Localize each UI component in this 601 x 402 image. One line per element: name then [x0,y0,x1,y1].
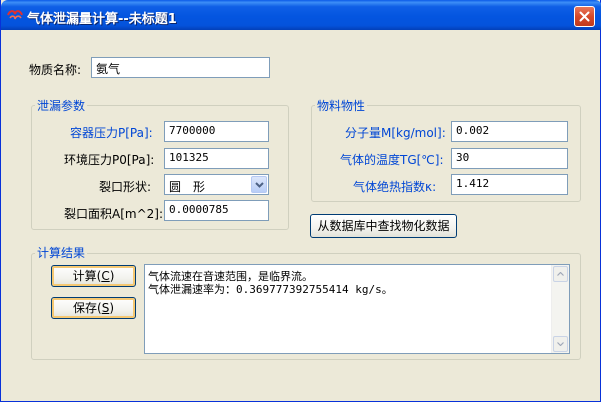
molecular-weight-label: 分子量M[kg/mol]: [345,126,446,140]
substance-input[interactable]: 氨气 [91,57,270,78]
save-button-label: 保存 [72,301,97,315]
adiabatic-index-label: 气体绝热指数κ: [353,180,437,194]
crack-area-label: 裂口面积A[m^2]: [64,207,163,221]
results-title: 计算结果 [35,244,88,261]
crack-area-input[interactable]: 0.0000785 [164,200,269,221]
material-props-title: 物料物性 [315,97,368,114]
scroll-down-icon[interactable] [553,336,568,352]
chevron-down-icon[interactable] [251,176,267,193]
save-button[interactable]: 保存(S) [51,297,136,319]
scroll-up-icon[interactable] [553,266,568,282]
vessel-pressure-label: 容器压力P[Pa]: [70,126,153,140]
lookup-database-button[interactable]: 从数据库中查找物化数据 [310,214,457,238]
ambient-pressure-label: 环境压力P0[Pa]: [64,153,155,167]
gas-temp-label: 气体的温度TG[℃]: [340,153,444,167]
leak-params-title: 泄漏参数 [35,97,88,114]
vessel-pressure-input[interactable]: 7700000 [164,121,269,142]
gas-temp-input[interactable]: 30 [451,148,568,169]
crack-shape-value: 圆 形 [169,180,206,194]
calculate-hotkey: C [101,269,110,283]
window-title: 气体泄漏量计算--未标题1 [27,12,177,27]
results-scrollbar[interactable] [551,265,569,353]
adiabatic-index-input[interactable]: 1.412 [451,174,568,195]
app-icon [7,8,23,22]
save-hotkey: S [101,301,110,315]
main-window: 气体泄漏量计算--未标题1 物质名称: 氨气 泄漏参数 容器压力P[Pa]: 7… [0,0,601,402]
calculate-button[interactable]: 计算(C) [51,265,136,287]
substance-label: 物质名称: [29,63,82,77]
close-button[interactable] [574,6,595,27]
calculate-button-label: 计算 [72,269,97,283]
close-icon [579,11,590,22]
crack-shape-select[interactable]: 圆 形 [164,174,269,195]
result-line-2: 气体泄漏速率为：0.369777392755414 kg/s。 [148,283,393,296]
ambient-pressure-input[interactable]: 101325 [164,148,269,169]
results-textarea[interactable]: 气体流速在音速范围，是临界流。 气体泄漏速率为：0.36977739275541… [144,264,570,354]
crack-shape-label: 裂口形状: [99,180,152,194]
title-bar[interactable]: 气体泄漏量计算--未标题1 [1,0,601,30]
molecular-weight-input[interactable]: 0.002 [451,121,568,142]
